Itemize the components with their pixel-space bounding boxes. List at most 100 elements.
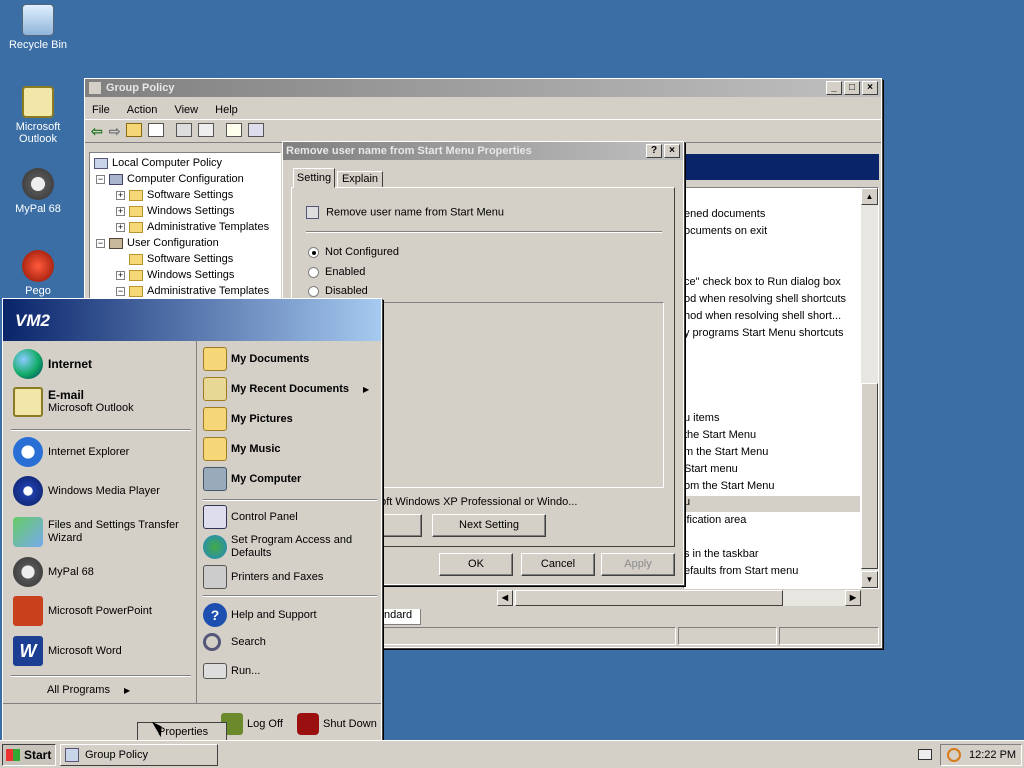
tray-keyboard-icon[interactable] [918,749,932,760]
expand-icon[interactable]: + [116,270,125,280]
my-recent-documents[interactable]: My Recent Documents ▶ [203,377,369,401]
help-support[interactable]: ? Help and Support [203,603,317,627]
expand-icon[interactable]: + [116,190,125,200]
recent-media-player[interactable]: Windows Media Player [13,476,160,506]
my-computer[interactable]: My Computer [203,467,301,491]
tree-item-admin-templates[interactable]: + Administrative Templates [116,219,269,235]
forward-icon[interactable]: ⇨ [109,123,121,139]
tab-setting[interactable]: Setting [293,168,335,188]
radio-disabled[interactable]: Disabled [308,285,368,297]
radio-dot[interactable] [308,285,319,297]
list-item[interactable]: m the Start Menu [684,446,768,458]
gp-titlebar[interactable]: Group Policy _ □ × [85,79,881,97]
scroll-down-icon[interactable]: ▼ [861,571,878,588]
list-item[interactable]: Start menu [684,463,738,475]
run[interactable]: Run... [203,663,260,679]
maximize-button[interactable]: □ [844,81,860,95]
expand-icon[interactable]: + [116,206,125,216]
properties-icon[interactable] [176,123,193,137]
my-music[interactable]: My Music [203,437,281,461]
tree-item-user-config[interactable]: − User Configuration [96,235,219,251]
tab-explain[interactable]: Explain [337,171,383,188]
start-button[interactable]: Start [2,744,56,766]
collapse-icon[interactable]: − [116,286,125,296]
tree-item-windows-settings[interactable]: + Windows Settings [116,203,234,219]
tree-item-local-policy[interactable]: Local Computer Policy [94,155,222,171]
set-program-access[interactable]: Set Program Access and Defaults [203,534,359,560]
cancel-button[interactable]: Cancel [521,553,595,576]
scroll-right-icon[interactable]: ▶ [845,590,861,606]
list-item[interactable]: ce" check box to Run dialog box [684,276,841,288]
desktop-icon-recycle-bin[interactable]: Recycle Bin [0,4,76,51]
scroll-left-icon[interactable]: ◀ [497,590,513,606]
radio-dot[interactable] [308,246,319,258]
printers-faxes[interactable]: Printers and Faxes [203,565,323,589]
tree-item-user-software-settings[interactable]: +Software Settings [116,251,233,267]
menu-file[interactable]: File [85,101,117,119]
recent-powerpoint[interactable]: Microsoft PowerPoint [13,596,152,626]
list-item-selected[interactable]: u [683,496,860,512]
help-button[interactable]: ? [646,144,662,158]
gp-hscrollbar[interactable]: ◀ ▶ [497,590,861,606]
back-icon[interactable]: ⇦ [91,123,103,139]
recent-mypal[interactable]: MyPal 68 [13,557,94,587]
tree-item-user-windows-settings[interactable]: + Windows Settings [116,267,234,283]
list-item[interactable]: u items [684,412,719,424]
list-item[interactable]: od when resolving shell shortcuts [684,293,846,305]
shutdown-button[interactable]: Shut Down [297,713,377,735]
tray-search-icon[interactable] [947,748,961,762]
export-icon[interactable] [198,123,215,137]
control-panel[interactable]: Control Panel [203,505,298,529]
up-folder-icon[interactable] [126,123,143,137]
recent-word[interactable]: W Microsoft Word [13,636,122,666]
list-item[interactable]: om the Start Menu [684,480,775,492]
gp-view-tab[interactable]: ndard [381,609,421,625]
all-programs[interactable]: All Programs ▶ [47,684,130,696]
scroll-thumb[interactable] [861,383,878,569]
list-item[interactable]: ened documents [684,208,765,220]
list-item[interactable]: ocuments on exit [684,225,767,237]
logoff-button[interactable]: Log Off [221,713,283,735]
next-setting-button[interactable]: Next Setting [432,514,546,537]
collapse-icon[interactable]: − [96,238,105,248]
list-item[interactable]: the Start Menu [684,429,756,441]
list-item[interactable]: s in the taskbar [684,548,759,560]
extend-icon[interactable] [248,123,265,137]
apply-button[interactable]: Apply [601,553,675,576]
desktop-icon-mypal[interactable]: MyPal 68 [0,168,76,215]
dialog-close-button[interactable]: × [664,144,680,158]
radio-dot[interactable] [308,266,319,278]
tree-item-software-settings[interactable]: + Software Settings [116,187,233,203]
hscroll-thumb[interactable] [515,590,783,606]
expand-icon[interactable]: + [116,222,125,232]
list-item[interactable]: efaults from Start menu [684,565,798,577]
menu-help[interactable]: Help [208,101,245,119]
radio-not-configured[interactable]: Not Configured [308,246,399,258]
list-item[interactable]: y programs Start Menu shortcuts [684,327,844,339]
pinned-email[interactable]: E-mail Microsoft Outlook [13,387,134,417]
my-documents[interactable]: My Documents [203,347,309,371]
recent-files-transfer[interactable]: Files and Settings Transfer Wizard [13,517,180,547]
menu-view[interactable]: View [167,101,205,119]
dialog-titlebar[interactable]: Remove user name from Start Menu Propert… [283,142,683,160]
ok-button[interactable]: OK [439,553,513,576]
menu-action[interactable]: Action [120,101,165,119]
recent-internet-explorer[interactable]: Internet Explorer [13,437,129,467]
tree-item-user-admin-templates[interactable]: − Administrative Templates [116,283,269,299]
show-tree-icon[interactable] [148,123,165,137]
tree-item-computer-config[interactable]: − Computer Configuration [96,171,244,187]
collapse-icon[interactable]: − [96,174,105,184]
help-icon[interactable] [226,123,243,137]
gp-vscrollbar[interactable]: ▲ ▼ [861,188,878,588]
taskbar-task-group-policy[interactable]: Group Policy [60,744,218,766]
list-item[interactable]: ification area [684,514,746,526]
scroll-up-icon[interactable]: ▲ [861,188,878,205]
minimize-button[interactable]: _ [826,81,842,95]
pinned-internet[interactable]: Internet [13,349,92,379]
my-pictures[interactable]: My Pictures [203,407,293,431]
search[interactable]: Search [203,633,266,651]
desktop-icon-outlook[interactable]: Microsoft Outlook [0,86,76,145]
close-button[interactable]: × [862,81,878,95]
desktop-icon-pego[interactable]: Pego [0,250,76,297]
list-item[interactable]: hod when resolving shell short... [684,310,841,322]
